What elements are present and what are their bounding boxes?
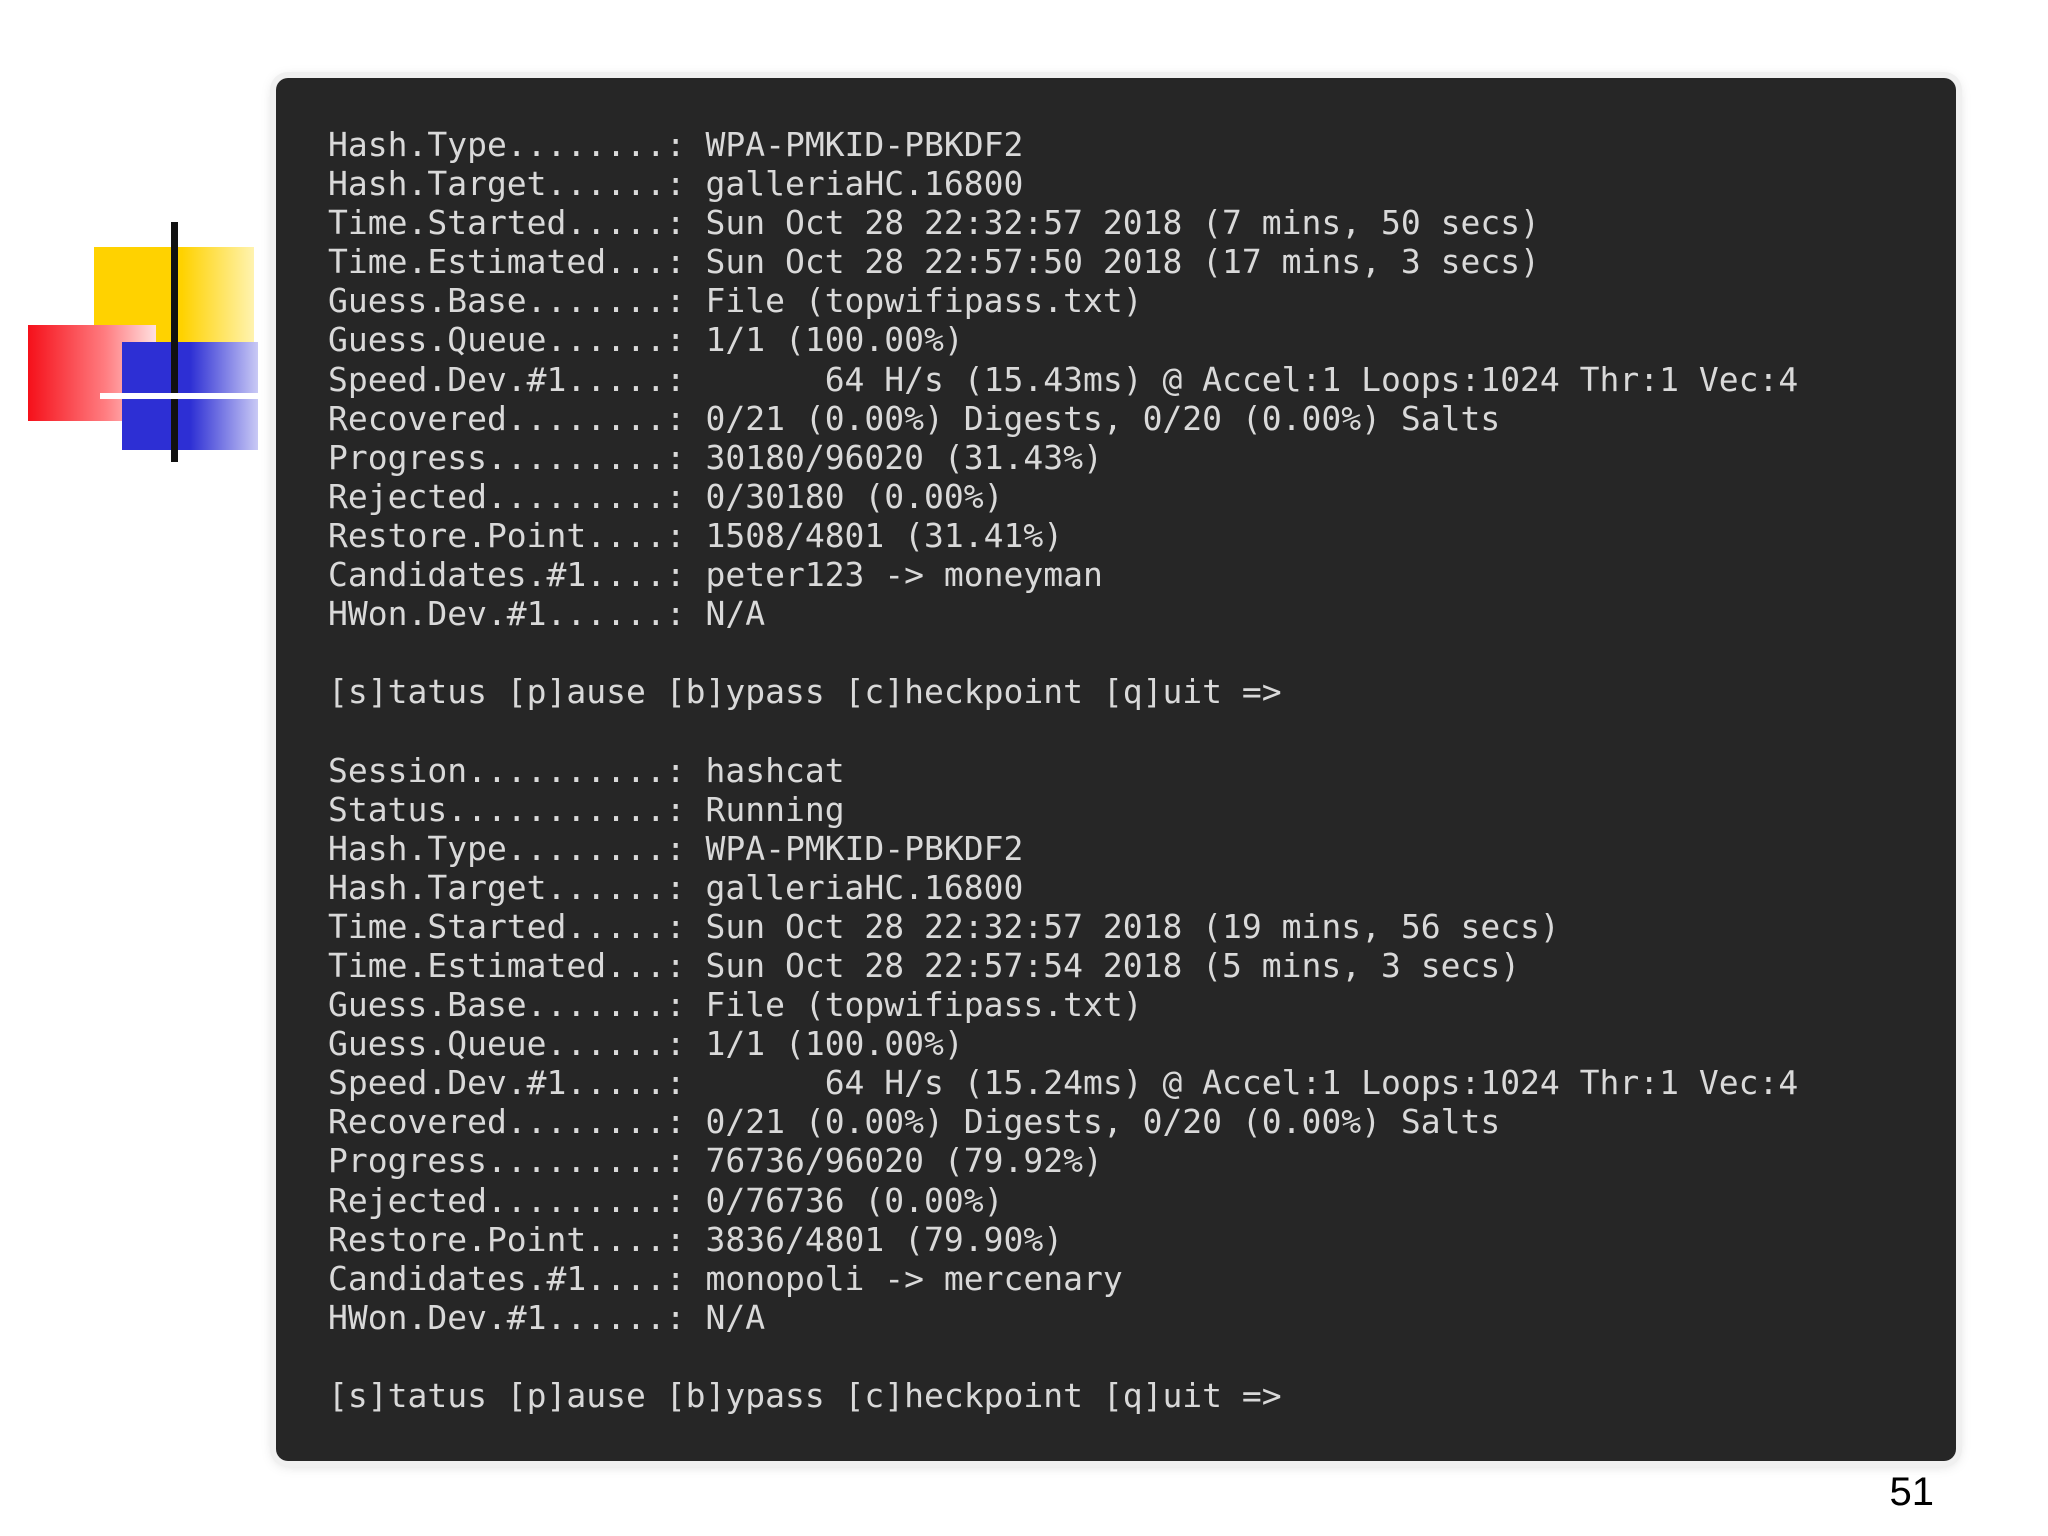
terminal-line: Session..........: hashcat xyxy=(328,750,845,790)
terminal-screenshot: Hash.Type........: WPA-PMKID-PBKDF2 Hash… xyxy=(276,78,1956,1461)
terminal-prompt: [s]tatus [p]ause [b]ypass [c]heckpoint [… xyxy=(328,1376,1282,1415)
terminal-line: Recovered........: 0/21 (0.00%) Digests,… xyxy=(328,398,1501,438)
terminal-line: Hash.Type........: WPA-PMKID-PBKDF2 xyxy=(328,828,1024,868)
horizontal-bar xyxy=(100,393,260,399)
terminal-line: Status...........: Running xyxy=(328,789,845,829)
vertical-bar xyxy=(171,222,178,462)
terminal-prompt: [s]tatus [p]ause [b]ypass [c]heckpoint [… xyxy=(328,672,1282,712)
terminal-line: Hash.Type........: WPA-PMKID-PBKDF2 xyxy=(328,125,1024,164)
terminal-line: HWon.Dev.#1......: N/A xyxy=(328,594,766,634)
terminal-block-1: Hash.Type........: WPA-PMKID-PBKDF2 Hash… xyxy=(328,125,1956,751)
terminal-line: Progress.........: 76736/96020 (79.92%) xyxy=(328,1141,1103,1181)
terminal-line: Rejected.........: 0/30180 (0.00%) xyxy=(328,476,1004,516)
terminal-line: Restore.Point....: 1508/4801 (31.41%) xyxy=(328,515,1064,555)
terminal-line: Progress.........: 30180/96020 (31.43%) xyxy=(328,437,1103,477)
terminal-line: Restore.Point....: 3836/4801 (79.90%) xyxy=(328,1219,1064,1259)
page-number: 51 xyxy=(1889,1470,1935,1514)
terminal-line: Time.Started.....: Sun Oct 28 22:32:57 2… xyxy=(328,203,1540,243)
terminal-line: Rejected.........: 0/76736 (0.00%) xyxy=(328,1180,1004,1220)
terminal-line: Speed.Dev.#1.....: 64 H/s (15.24ms) @ Ac… xyxy=(328,1063,1799,1103)
terminal-line: Hash.Target......: galleriaHC.16800 xyxy=(328,867,1024,907)
terminal-line: HWon.Dev.#1......: N/A xyxy=(328,1297,766,1337)
terminal-line: Time.Estimated...: Sun Oct 28 22:57:54 2… xyxy=(328,945,1521,985)
slide-decoration xyxy=(0,0,270,480)
terminal-line: Candidates.#1....: monopoli -> mercenary xyxy=(328,1258,1123,1298)
terminal-block-2: Session..........: hashcat Status.......… xyxy=(328,751,1956,1416)
terminal-line: Guess.Queue......: 1/1 (100.00%) xyxy=(328,1024,964,1064)
terminal-line: Recovered........: 0/21 (0.00%) Digests,… xyxy=(328,1102,1501,1142)
terminal-line: Candidates.#1....: peter123 -> moneyman xyxy=(328,555,1103,595)
terminal-line: Guess.Queue......: 1/1 (100.00%) xyxy=(328,320,964,360)
terminal-line: Time.Estimated...: Sun Oct 28 22:57:50 2… xyxy=(328,242,1540,282)
terminal-line: Hash.Target......: galleriaHC.16800 xyxy=(328,164,1024,204)
terminal-line: Time.Started.....: Sun Oct 28 22:32:57 2… xyxy=(328,906,1560,946)
terminal-line: Guess.Base.......: File (topwifipass.txt… xyxy=(328,281,1143,321)
terminal-line: Guess.Base.......: File (topwifipass.txt… xyxy=(328,985,1143,1025)
terminal-line: Speed.Dev.#1.....: 64 H/s (15.43ms) @ Ac… xyxy=(328,359,1799,399)
